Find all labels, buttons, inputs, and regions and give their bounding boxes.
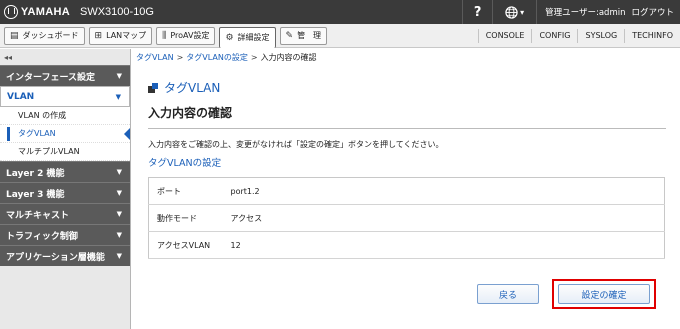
section-title: 入力内容の確認 xyxy=(148,106,233,120)
tab-label: ダッシュボード xyxy=(22,31,79,40)
tab-label: 管 理 xyxy=(297,31,322,40)
tab-management[interactable]: ✎ 管 理 xyxy=(279,26,328,45)
breadcrumb-current: 入力内容の確認 xyxy=(260,52,317,62)
table-row: 動作モード アクセス xyxy=(148,204,665,232)
table-row: ポート port1.2 xyxy=(148,177,665,205)
topbar-right: ? ▾ 管理ユーザー:admin ログアウト xyxy=(462,0,680,24)
table-key: ポート xyxy=(148,177,229,205)
lan-map-icon: ⊞ xyxy=(94,30,103,41)
yamaha-logo: YAMAHA xyxy=(4,5,70,19)
sidebar-subitem-vlan-create[interactable]: VLAN の作成 xyxy=(0,107,130,125)
sliders-icon: ⫼ xyxy=(162,30,167,41)
vlan-submenu: VLAN の作成 タグVLAN マルチプルVLAN xyxy=(0,107,130,161)
table-value: port1.2 xyxy=(228,177,665,205)
sidebar-item-label: VLAN xyxy=(7,91,35,102)
utility-links: CONSOLE CONFIG SYSLOG TECHINFO xyxy=(477,24,680,48)
table-key: 動作モード xyxy=(148,204,229,232)
logout-link[interactable]: ログアウト xyxy=(631,6,674,18)
table-value: 12 xyxy=(228,231,665,259)
language-button[interactable]: ▾ xyxy=(492,0,536,24)
settings-subtitle: タグVLANの設定 xyxy=(148,158,222,169)
yamaha-logo-icon xyxy=(4,5,18,19)
table-value: アクセス xyxy=(228,204,665,232)
top-bar: YAMAHA SWX3100-10G ? ▾ 管理ユーザー:admin ログアウ… xyxy=(0,0,680,24)
back-button[interactable]: 戻る xyxy=(477,284,539,304)
sidebar-subitem-tag-vlan[interactable]: タグVLAN xyxy=(0,125,130,143)
sidebar-collapse-button[interactable]: ◂◂ xyxy=(0,49,130,65)
chevron-down-icon: ▼ xyxy=(116,72,122,80)
chevron-down-icon: ▼ xyxy=(116,189,122,197)
sidebar-item-label: アプリケーション層機能 xyxy=(6,252,105,263)
main-tab-bar: ▤ ダッシュボード ⊞ LANマップ ⫼ ProAV設定 ⚙ 詳細設定 ✎ 管 … xyxy=(0,24,680,48)
sidebar-item-label: インターフェース設定 xyxy=(6,72,96,83)
divider xyxy=(148,128,666,129)
main-content: タグVLAN > タグVLANの設定 > 入力内容の確認 タグVLAN 入力内容… xyxy=(132,49,680,329)
chevron-down-icon: ▼ xyxy=(116,252,122,260)
breadcrumb-separator: > xyxy=(176,52,184,62)
gear-icon: ⚙ xyxy=(225,32,234,43)
tab-label: ProAV設定 xyxy=(170,31,210,40)
config-link[interactable]: CONFIG xyxy=(531,28,577,43)
syslog-link[interactable]: SYSLOG xyxy=(577,28,624,43)
wrench-icon: ✎ xyxy=(285,30,294,41)
table-row: アクセスVLAN 12 xyxy=(148,231,665,259)
chevron-down-icon: ▾ xyxy=(520,7,525,17)
confirm-settings-button[interactable]: 設定の確定 xyxy=(558,284,650,304)
tab-label: LANマップ xyxy=(106,31,147,40)
sidebar-item-label: トラフィック制御 xyxy=(6,231,78,242)
console-link[interactable]: CONSOLE xyxy=(477,28,532,43)
help-button[interactable]: ? xyxy=(462,0,492,24)
chevron-down-icon: ▼ xyxy=(116,231,122,239)
tab-dashboard[interactable]: ▤ ダッシュボード xyxy=(4,26,85,45)
chevron-down-icon: ▼ xyxy=(116,168,122,176)
sidebar-item-traffic-control[interactable]: トラフィック制御 ▼ xyxy=(0,224,130,245)
confirm-highlight-frame: 設定の確定 xyxy=(552,279,656,309)
sidebar: ◂◂ インターフェース設定 ▼ VLAN ▼ VLAN の作成 タグVLAN マ… xyxy=(0,49,131,329)
page-title-text: タグVLAN xyxy=(164,81,221,95)
globe-icon xyxy=(505,5,518,19)
tab-label: 詳細設定 xyxy=(237,33,270,42)
sidebar-subitem-multiple-vlan[interactable]: マルチプルVLAN xyxy=(0,143,130,161)
model-name: SWX3100-10G xyxy=(80,6,154,18)
user-label: 管理ユーザー:admin xyxy=(545,8,626,18)
instruction-text: 入力内容をご確認の上、変更がなければ「設定の確定」ボタンを押してください。 xyxy=(148,140,444,149)
sidebar-item-label: マルチキャスト xyxy=(6,210,70,221)
vlan-page-icon xyxy=(148,82,158,93)
breadcrumb: タグVLAN > タグVLANの設定 > 入力内容の確認 xyxy=(132,49,680,65)
tab-lan-map[interactable]: ⊞ LANマップ xyxy=(88,26,153,45)
sidebar-item-layer2[interactable]: Layer 2 機能 ▼ xyxy=(0,161,130,182)
sidebar-item-vlan[interactable]: VLAN ▼ xyxy=(0,86,130,107)
techinfo-link[interactable]: TECHINFO xyxy=(624,28,680,43)
sidebar-item-multicast[interactable]: マルチキャスト ▼ xyxy=(0,203,130,224)
breadcrumb-link-tag-vlan-settings[interactable]: タグVLANの設定 xyxy=(186,52,248,63)
chevron-down-icon: ▼ xyxy=(115,92,121,101)
tab-proav-settings[interactable]: ⫼ ProAV設定 xyxy=(156,26,216,45)
sidebar-item-layer3[interactable]: Layer 3 機能 ▼ xyxy=(0,182,130,203)
breadcrumb-separator: > xyxy=(250,52,258,62)
sidebar-item-interface-settings[interactable]: インターフェース設定 ▼ xyxy=(0,65,130,86)
sidebar-item-application-layer[interactable]: アプリケーション層機能 ▼ xyxy=(0,245,130,266)
dashboard-icon: ▤ xyxy=(10,30,19,41)
user-area: 管理ユーザー:admin ログアウト xyxy=(536,0,680,24)
tab-advanced-settings[interactable]: ⚙ 詳細設定 xyxy=(219,26,276,48)
sidebar-item-label: Layer 3 機能 xyxy=(6,189,65,200)
confirmation-table: ポート port1.2 動作モード アクセス アクセスVLAN 12 xyxy=(148,177,665,259)
brand-text: YAMAHA xyxy=(20,6,70,18)
chevron-down-icon: ▼ xyxy=(116,210,122,218)
sidebar-item-label: Layer 2 機能 xyxy=(6,168,65,179)
breadcrumb-link-tag-vlan[interactable]: タグVLAN xyxy=(136,52,174,63)
table-key: アクセスVLAN xyxy=(148,231,229,259)
page-title: タグVLAN xyxy=(148,79,680,96)
